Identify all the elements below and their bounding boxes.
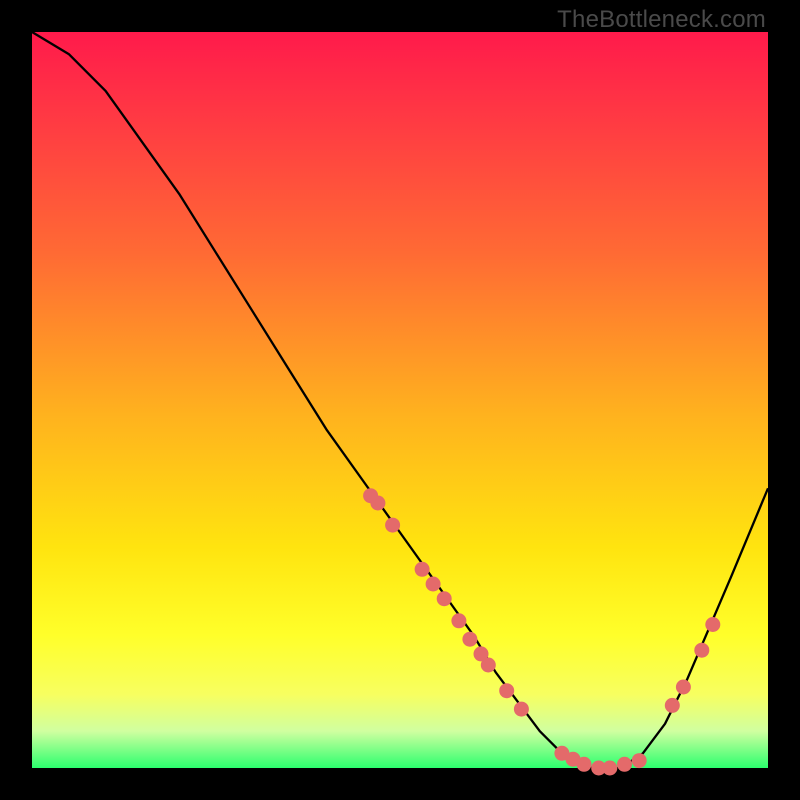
watermark-label: TheBottleneck.com — [557, 6, 766, 34]
data-marker — [385, 518, 400, 533]
data-marker — [370, 496, 385, 511]
data-marker — [705, 617, 720, 632]
data-marker — [499, 683, 514, 698]
data-marker — [415, 562, 430, 577]
data-marker — [462, 632, 477, 647]
data-marker — [451, 613, 466, 628]
chart-frame: TheBottleneck.com — [0, 0, 800, 800]
data-marker — [694, 643, 709, 658]
data-marker — [514, 702, 529, 717]
data-marker — [437, 591, 452, 606]
data-marker — [676, 680, 691, 695]
data-marker — [577, 757, 592, 772]
data-marker — [426, 577, 441, 592]
data-marker — [602, 761, 617, 776]
data-marker — [617, 757, 632, 772]
data-marker — [632, 753, 647, 768]
data-marker — [481, 658, 496, 673]
data-marker — [665, 698, 680, 713]
bottleneck-curve — [32, 32, 768, 768]
curve-canvas — [32, 32, 768, 768]
plot-area — [32, 32, 768, 768]
